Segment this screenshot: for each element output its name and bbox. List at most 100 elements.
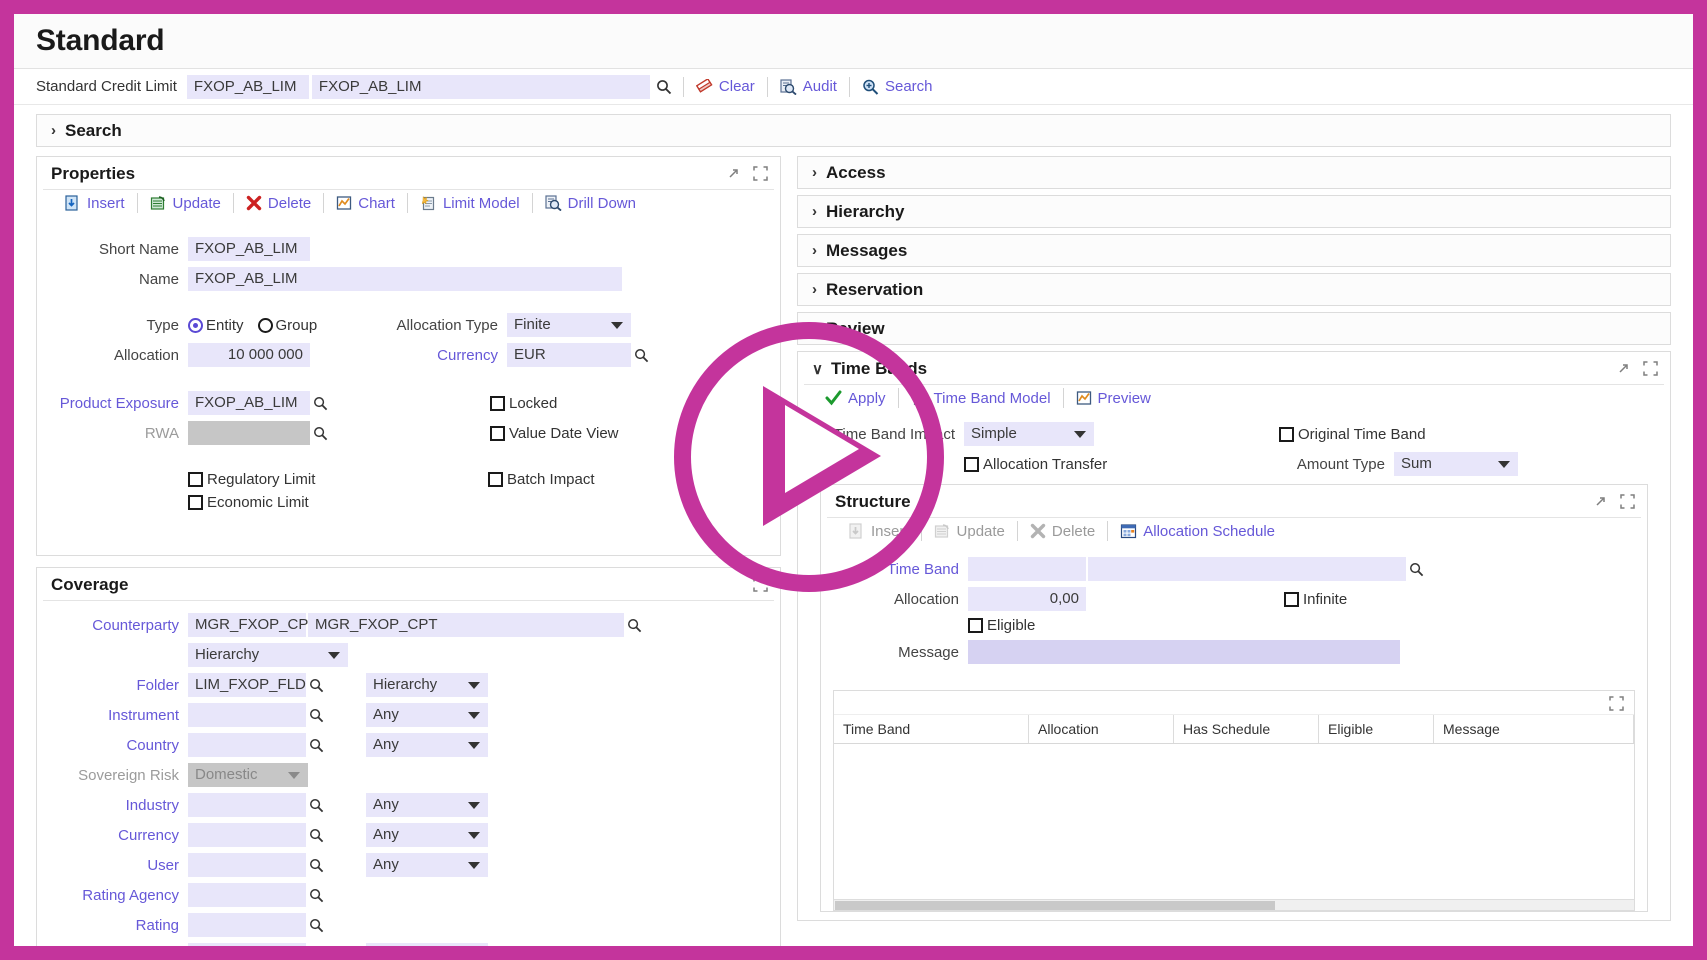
coverage-row-input[interactable]: [188, 853, 306, 877]
accordion-review[interactable]: › Review: [797, 312, 1671, 345]
coverage-row: User Any: [53, 853, 764, 877]
popout-icon[interactable]: [726, 166, 741, 181]
coverage-row-lookup-icon[interactable]: [306, 798, 326, 813]
accordion-hierarchy[interactable]: › Hierarchy: [797, 195, 1671, 228]
allocation-transfer-checkbox[interactable]: Allocation Transfer: [964, 456, 1279, 473]
structure-delete-button[interactable]: Delete: [1027, 523, 1098, 540]
properties-delete-button[interactable]: Delete: [243, 195, 314, 212]
regulatory-limit-checkbox[interactable]: Regulatory Limit: [188, 471, 488, 488]
allocation-schedule-button[interactable]: Allocation Schedule: [1117, 523, 1278, 540]
allocation-type-value: Finite: [514, 316, 551, 333]
properties-drill-down-button[interactable]: Drill Down: [542, 195, 639, 212]
coverage-row-input[interactable]: [188, 733, 306, 757]
clear-button[interactable]: Clear: [693, 78, 758, 95]
original-time-band-checkbox[interactable]: Original Time Band: [1279, 426, 1426, 443]
maximize-icon[interactable]: [753, 577, 768, 592]
grid-column-header[interactable]: Time Band: [834, 715, 1029, 743]
maximize-icon[interactable]: [1643, 361, 1658, 376]
value-date-view-checkbox[interactable]: Value Date View: [490, 425, 619, 442]
economic-limit-checkbox[interactable]: Economic Limit: [188, 494, 309, 511]
counterparty-code-input[interactable]: MGR_FXOP_CPT: [188, 613, 318, 637]
scrollbar-thumb[interactable]: [835, 901, 1275, 910]
properties-update-button[interactable]: Update: [147, 195, 224, 212]
allocation-type-select[interactable]: Finite: [507, 313, 631, 337]
coverage-row-input[interactable]: [188, 913, 306, 937]
counterparty-name-input[interactable]: MGR_FXOP_CPT: [308, 613, 624, 637]
properties-chart-button[interactable]: Chart: [333, 195, 398, 212]
maximize-icon[interactable]: [1609, 696, 1624, 711]
structure-time-band-lookup-icon[interactable]: [1406, 562, 1426, 577]
time-band-model-button[interactable]: Time Band Model: [908, 390, 1054, 407]
rwa-lookup-icon[interactable]: [310, 426, 330, 441]
record-search-icon[interactable]: [654, 79, 674, 95]
time-bands-header[interactable]: ∨ Time Bands: [798, 352, 1670, 384]
search-accordion[interactable]: › Search: [36, 114, 1671, 147]
maximize-icon[interactable]: [1620, 494, 1635, 509]
record-name-input[interactable]: FXOP_AB_LIM: [311, 74, 650, 99]
type-radio-group[interactable]: Group: [257, 317, 317, 334]
time-band-impact-select[interactable]: Simple: [964, 422, 1094, 446]
coverage-row-input[interactable]: [188, 943, 306, 946]
coverage-row-scope-select[interactable]: Any: [366, 823, 488, 847]
time-bands-preview-button[interactable]: Preview: [1073, 390, 1154, 407]
locked-checkbox[interactable]: Locked: [490, 395, 557, 412]
coverage-row-scope-select[interactable]: Any: [366, 703, 488, 727]
accordion-access[interactable]: › Access: [797, 156, 1671, 189]
coverage-row-lookup-icon[interactable]: [306, 828, 326, 843]
structure-message-input[interactable]: [968, 640, 1400, 664]
coverage-row-scope-select[interactable]: Any: [366, 853, 488, 877]
counterparty-scope-select[interactable]: Hierarchy: [188, 643, 348, 667]
product-exposure-lookup-icon[interactable]: [310, 396, 330, 411]
coverage-row-lookup-icon[interactable]: [306, 888, 326, 903]
search-button[interactable]: Search: [859, 78, 936, 95]
grid-column-header[interactable]: Has Schedule: [1174, 715, 1319, 743]
counterparty-lookup-icon[interactable]: [624, 618, 644, 633]
coverage-row-scope-select[interactable]: Any: [366, 733, 488, 757]
structure-update-button[interactable]: Update: [931, 523, 1008, 540]
batch-impact-checkbox[interactable]: Batch Impact: [488, 471, 595, 488]
structure-time-band-name-input[interactable]: [1088, 557, 1406, 581]
coverage-row-lookup-icon[interactable]: [306, 678, 326, 693]
coverage-row-lookup-icon[interactable]: [306, 858, 326, 873]
properties-insert-button[interactable]: Insert: [61, 195, 128, 212]
coverage-row-lookup-icon[interactable]: [306, 918, 326, 933]
popout-icon[interactable]: [1593, 494, 1608, 509]
coverage-row-input[interactable]: LIM_FXOP_FLD: [188, 673, 306, 697]
allocation-input[interactable]: 10 000 000: [188, 343, 310, 367]
coverage-row-scope-select[interactable]: Any: [366, 943, 488, 946]
grid-horizontal-scrollbar[interactable]: [834, 899, 1634, 910]
coverage-row-label: Rating Agency: [82, 886, 179, 904]
audit-button[interactable]: Audit: [777, 78, 840, 95]
type-radio-entity[interactable]: Entity: [188, 317, 244, 334]
structure-allocation-input[interactable]: 0,00: [968, 587, 1086, 611]
currency-input[interactable]: EUR: [507, 343, 631, 367]
coverage-row-input[interactable]: [188, 823, 306, 847]
amount-type-select[interactable]: Sum: [1394, 452, 1518, 476]
coverage-row-input[interactable]: [188, 793, 306, 817]
popout-icon[interactable]: [1616, 361, 1631, 376]
accordion-reservation[interactable]: › Reservation: [797, 273, 1671, 306]
coverage-row-scope-select[interactable]: Hierarchy: [366, 673, 488, 697]
properties-limit-model-button[interactable]: Limit Model: [417, 195, 523, 212]
eligible-checkbox[interactable]: Eligible: [968, 617, 1035, 634]
coverage-row-input[interactable]: [188, 883, 306, 907]
grid-column-header[interactable]: Message: [1434, 715, 1634, 743]
coverage-row-lookup-icon[interactable]: [306, 708, 326, 723]
short-name-input[interactable]: FXOP_AB_LIM: [188, 237, 310, 261]
record-code-input[interactable]: FXOP_AB_LIM: [186, 74, 309, 99]
product-exposure-input[interactable]: FXOP_AB_LIM: [188, 391, 310, 415]
coverage-row-input[interactable]: [188, 703, 306, 727]
coverage-row-lookup-icon[interactable]: [306, 738, 326, 753]
grid-column-header[interactable]: Eligible: [1319, 715, 1434, 743]
maximize-icon[interactable]: [753, 166, 768, 181]
structure-insert-button[interactable]: Insert: [845, 523, 912, 540]
time-bands-apply-button[interactable]: Apply: [822, 390, 889, 407]
coverage-row-scope-select[interactable]: Any: [366, 793, 488, 817]
accordion-messages[interactable]: › Messages: [797, 234, 1671, 267]
currency-lookup-icon[interactable]: [631, 348, 651, 363]
infinite-checkbox[interactable]: Infinite: [1284, 591, 1347, 608]
name-input[interactable]: FXOP_AB_LIM: [188, 267, 622, 291]
locked-label: Locked: [509, 394, 558, 412]
grid-column-header[interactable]: Allocation: [1029, 715, 1174, 743]
structure-time-band-code-input[interactable]: [968, 557, 1086, 581]
